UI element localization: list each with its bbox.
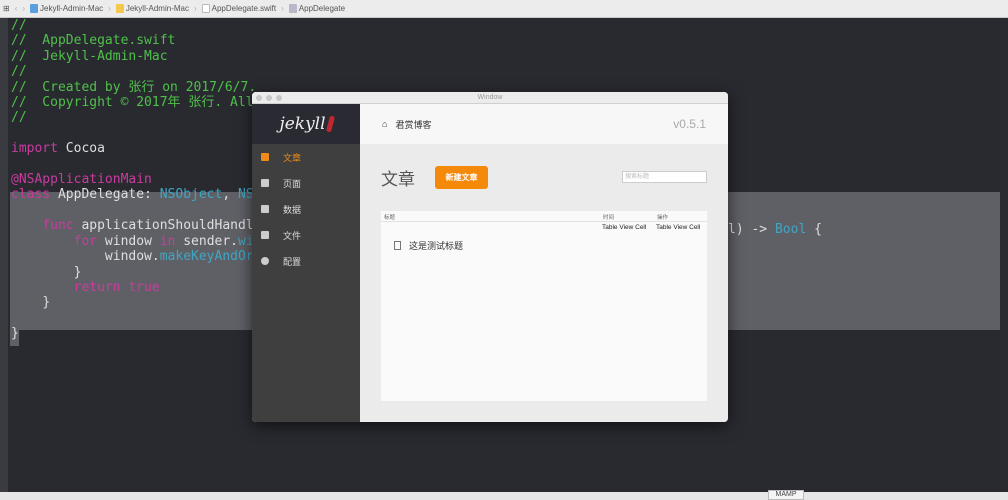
type: NSObject [159, 187, 223, 203]
code-text: window. [104, 249, 160, 265]
breadcrumb-label: Jekyll-Admin-Mac [40, 3, 104, 13]
module-name: Cocoa [57, 141, 105, 157]
app-window: Window jekyll 文章 页面 数据 文件 配置 ⌂ 君赏博客 v0.5… [252, 92, 728, 422]
gear-icon [261, 257, 269, 265]
sidebar-item-config[interactable]: 配置 [252, 248, 360, 274]
forward-icon[interactable]: › [22, 4, 25, 13]
code-text: l) -> [728, 222, 775, 237]
keyword: func [42, 218, 74, 234]
file-icon [261, 231, 269, 239]
page-icon [261, 179, 269, 187]
new-post-button[interactable]: 新建文章 [435, 166, 488, 189]
method: makeKeyAndOr [159, 249, 254, 265]
posts-table: 标题 时间 操作 Table View Cell Table View Cell… [381, 211, 707, 401]
sidebar-item-pages[interactable]: 页面 [252, 170, 360, 196]
breadcrumb-label: Jekyll-Admin-Mac [125, 3, 189, 13]
sidebar: jekyll 文章 页面 数据 文件 配置 [252, 104, 360, 422]
function-name: applicationShouldHandl [73, 218, 254, 234]
code-text: sender. [175, 233, 239, 249]
test-tube-icon [325, 115, 335, 133]
jekyll-logo: jekyll [252, 104, 360, 144]
minimize-button[interactable] [266, 95, 272, 101]
comment: // AppDelegate.swift [11, 33, 176, 49]
post-title: 这是测试标题 [409, 241, 464, 251]
mamp-tab[interactable]: MAMP [768, 490, 804, 500]
comment: // Jekyll-Admin-Mac [11, 48, 168, 64]
grid-icon[interactable]: ⊞ [3, 4, 10, 13]
keyword: in [159, 233, 176, 249]
sidebar-item-label: 文章 [283, 152, 302, 163]
keyword: class [11, 187, 51, 203]
keyword: import [11, 141, 58, 157]
bottom-bar [0, 492, 1008, 500]
brace: } [42, 295, 51, 311]
table-cell-action: Table View Cell [656, 224, 701, 231]
column-header-time[interactable]: 时间 [603, 213, 614, 221]
zoom-button[interactable] [276, 95, 282, 101]
column-header-title[interactable]: 标题 [384, 213, 395, 221]
breadcrumb-label: AppDelegate.swift [211, 3, 277, 13]
column-header-action[interactable]: 操作 [657, 213, 668, 221]
window-title: Window [477, 94, 503, 101]
table-row[interactable]: 这是测试标题 [394, 239, 463, 252]
comment: // Created by 张行 on 2017/6/7. [11, 79, 257, 95]
comment: // [11, 64, 27, 80]
table-cell-time: Table View Cell [602, 224, 647, 231]
back-icon[interactable]: ‹ [15, 4, 18, 13]
brace: { [806, 222, 822, 237]
breadcrumb-project[interactable]: Jekyll-Admin-Mac [30, 3, 104, 14]
logo-text: jekyll [279, 114, 326, 134]
signature-tail: l) -> Bool { [728, 222, 822, 237]
close-button[interactable] [256, 95, 262, 101]
book-icon [261, 153, 269, 161]
database-icon [261, 205, 269, 213]
swift-file-icon [201, 4, 210, 14]
sidebar-item-files[interactable]: 文件 [252, 222, 360, 248]
attribute: @NSApplicationMain [11, 172, 152, 188]
breadcrumb-label: AppDelegate [298, 3, 346, 13]
editor-gutter [0, 18, 8, 492]
header: ⌂ 君赏博客 v0.5.1 [360, 104, 728, 144]
comment: // Copyright © 2017年 张行. All [11, 95, 254, 111]
brace: } [11, 326, 19, 342]
jump-bar: ⊞ ‹ › Jekyll-Admin-Mac › Jekyll-Admin-Mac… [0, 0, 1008, 18]
home-icon[interactable]: ⌂ [382, 119, 387, 129]
search-input[interactable]: 搜索标题 [622, 171, 707, 183]
sidebar-item-label: 页面 [283, 178, 302, 189]
document-icon [394, 241, 401, 250]
breadcrumb-class[interactable]: AppDelegate [288, 3, 346, 14]
code-text: window [97, 233, 160, 249]
table-header: 标题 时间 操作 [381, 211, 707, 222]
breadcrumb-folder[interactable]: Jekyll-Admin-Mac [115, 3, 189, 14]
punct: , [222, 187, 238, 203]
main-content: ⌂ 君赏博客 v0.5.1 文章 新建文章 搜索标题 标题 时间 操作 Tabl… [360, 104, 728, 422]
sidebar-item-label: 配置 [283, 256, 302, 267]
page-title: 文章 [381, 170, 415, 189]
sidebar-item-label: 文件 [283, 230, 302, 241]
comment: // [11, 110, 27, 126]
sidebar-item-label: 数据 [283, 204, 302, 215]
breadcrumb-file[interactable]: AppDelegate.swift [201, 3, 277, 14]
class-icon [288, 4, 297, 14]
folder-icon [115, 4, 124, 14]
keyword: for [73, 233, 98, 249]
window-titlebar[interactable]: Window [252, 92, 728, 104]
keyword: return true [73, 279, 160, 295]
brace: } [73, 264, 82, 280]
project-icon [30, 4, 39, 14]
comment: // [11, 18, 27, 33]
type: Bool [774, 222, 807, 237]
class-name: AppDelegate: [50, 187, 160, 203]
sidebar-item-posts[interactable]: 文章 [252, 144, 360, 170]
code-editor[interactable]: // // AppDelegate.swift // Jekyll-Admin-… [11, 18, 256, 342]
sidebar-item-data[interactable]: 数据 [252, 196, 360, 222]
version-label: v0.5.1 [673, 117, 706, 131]
site-name: 君赏博客 [395, 119, 432, 130]
